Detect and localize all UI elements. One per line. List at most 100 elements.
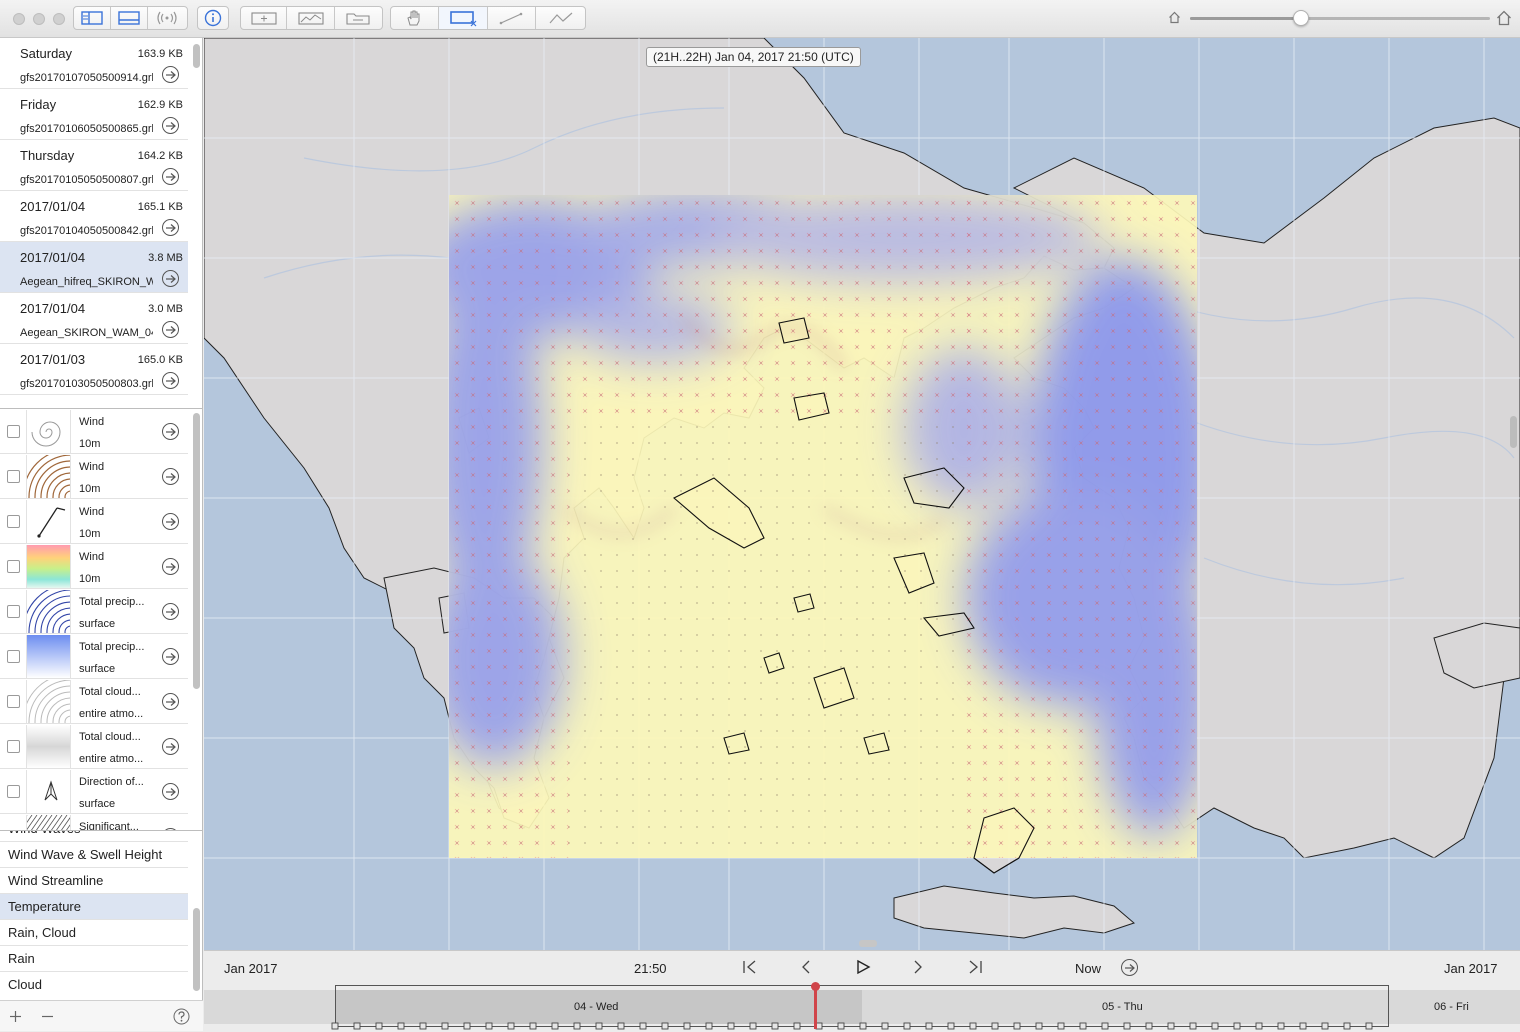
- layer-title: Wind: [79, 461, 105, 473]
- play-icon[interactable]: [855, 959, 871, 975]
- now-go-button[interactable]: [1121, 959, 1138, 976]
- preset-item[interactable]: Temperature: [0, 894, 188, 920]
- meteogram-button[interactable]: [287, 7, 335, 29]
- file-row[interactable]: 2017/01/04 3.8 MB Aegean_hifreq_SKIRON_WAM: [0, 242, 188, 293]
- layer-go-button[interactable]: [162, 468, 179, 485]
- minimize-window-button[interactable]: [33, 13, 45, 25]
- info-button[interactable]: [197, 6, 229, 30]
- preset-list: Wind Waves Wind Wave & Swell HeightWind …: [0, 830, 203, 996]
- map-view[interactable]: (21H..22H) Jan 04, 2017 21:50 (UTC): [204, 38, 1520, 950]
- file-go-button[interactable]: [162, 321, 179, 338]
- layer-go-button[interactable]: [162, 783, 179, 800]
- file-row[interactable]: 2017/01/03 165.0 KB gfs20170103050500803.g…: [0, 344, 188, 395]
- timeline-day-label: 05 - Thu: [1102, 1001, 1143, 1013]
- timeline-cursor-knob[interactable]: [811, 982, 820, 991]
- preset-item[interactable]: Cloud: [0, 972, 188, 996]
- layer-go-button[interactable]: [162, 558, 179, 575]
- zoom-window-button[interactable]: [53, 13, 65, 25]
- route-tools-group: [240, 6, 383, 30]
- preset-item[interactable]: Rain: [0, 946, 188, 972]
- open-folder-button[interactable]: [335, 7, 382, 29]
- layer-checkbox[interactable]: [7, 515, 20, 528]
- preset-item[interactable]: Wind Waves: [0, 831, 188, 842]
- file-size: 3.0 MB: [148, 303, 183, 315]
- step-back-icon[interactable]: [799, 959, 813, 975]
- now-button[interactable]: Now: [1075, 961, 1101, 976]
- file-row[interactable]: Thursday 164.2 KB gfs20170105050500807.grb: [0, 140, 188, 191]
- timeline-resize-handle[interactable]: [859, 940, 877, 947]
- file-go-button[interactable]: [162, 270, 179, 287]
- timeline-toggle-button[interactable]: [111, 7, 148, 29]
- file-list-scrollbar[interactable]: [193, 44, 200, 68]
- new-route-button[interactable]: [241, 7, 288, 29]
- step-forward-icon[interactable]: [911, 959, 925, 975]
- file-go-button[interactable]: [162, 372, 179, 389]
- layer-go-button[interactable]: [162, 648, 179, 665]
- zoom-slider-track[interactable]: [1190, 17, 1490, 20]
- preset-item[interactable]: Wind Streamline: [0, 868, 188, 894]
- layer-row[interactable]: Total precip... surface: [0, 589, 188, 634]
- layer-checkbox[interactable]: [7, 425, 20, 438]
- measure-tool-button[interactable]: [488, 7, 537, 29]
- arrow-right-icon: [166, 518, 176, 526]
- layer-go-button[interactable]: [162, 423, 179, 440]
- layer-go-button[interactable]: [162, 693, 179, 710]
- remove-icon[interactable]: [41, 1010, 54, 1023]
- layer-title: Total cloud...: [79, 731, 141, 743]
- layer-go-button[interactable]: [162, 513, 179, 530]
- layer-checkbox[interactable]: [7, 740, 20, 753]
- help-icon[interactable]: [173, 1008, 190, 1025]
- preset-item[interactable]: Wind Wave & Swell Height: [0, 842, 188, 868]
- layer-checkbox[interactable]: [7, 605, 20, 618]
- preset-list-scrollbar[interactable]: [193, 908, 200, 991]
- sidebar: Saturday 163.9 KB gfs20170107050500914.grb…: [0, 38, 203, 1031]
- sidebar-toggle-button[interactable]: [74, 7, 111, 29]
- file-go-button[interactable]: [162, 117, 179, 134]
- skip-to-end-icon[interactable]: [966, 959, 984, 975]
- file-row[interactable]: Saturday 163.9 KB gfs20170107050500914.grb: [0, 38, 188, 89]
- layer-level: 10m: [79, 438, 101, 450]
- file-row[interactable]: 2017/01/04 3.0 MB Aegean_SKIRON_WAM_04: [0, 293, 188, 344]
- select-rect-tool-button[interactable]: [438, 7, 488, 29]
- pan-tool-button[interactable]: [391, 7, 439, 29]
- preset-item[interactable]: Rain, Cloud: [0, 920, 188, 946]
- timeline-data-range[interactable]: [335, 985, 1389, 1027]
- skip-to-start-icon[interactable]: [741, 959, 759, 975]
- layer-checkbox[interactable]: [7, 470, 20, 483]
- layer-thumbnail: [26, 770, 71, 813]
- layer-go-button[interactable]: [162, 738, 179, 755]
- layer-row[interactable]: Total cloud... entire atmo...: [0, 724, 188, 769]
- layer-row[interactable]: Wind 10m: [0, 544, 188, 589]
- layer-row[interactable]: Direction of... surface: [0, 769, 188, 814]
- layer-row[interactable]: Wind 10m: [0, 454, 188, 499]
- layer-row[interactable]: Wind 10m: [0, 499, 188, 544]
- close-window-button[interactable]: [13, 13, 25, 25]
- home-small-icon[interactable]: [1168, 11, 1181, 24]
- file-go-button[interactable]: [162, 168, 179, 185]
- file-go-button[interactable]: [162, 66, 179, 83]
- zoom-slider-knob[interactable]: [1293, 10, 1309, 26]
- file-row[interactable]: Friday 162.9 KB gfs20170106050500865.grb: [0, 89, 188, 140]
- layer-list-scrollbar[interactable]: [193, 413, 200, 689]
- add-icon[interactable]: [9, 1010, 22, 1023]
- layer-row[interactable]: Total precip... surface: [0, 634, 188, 679]
- map-canvas[interactable]: [204, 38, 1520, 950]
- route-tool-button[interactable]: [536, 7, 585, 29]
- layer-row[interactable]: Wind 10m: [0, 409, 188, 454]
- measure-icon: [500, 12, 523, 25]
- layer-row[interactable]: Significant...: [0, 814, 188, 830]
- layer-checkbox[interactable]: [7, 650, 20, 663]
- layer-level: entire atmo...: [79, 708, 144, 720]
- layer-go-button[interactable]: [162, 603, 179, 620]
- home-large-icon[interactable]: [1496, 10, 1512, 26]
- file-go-button[interactable]: [162, 219, 179, 236]
- map-scrollbar[interactable]: [1510, 416, 1517, 448]
- layer-row[interactable]: Total cloud... entire atmo...: [0, 679, 188, 724]
- layer-checkbox[interactable]: [7, 695, 20, 708]
- file-row[interactable]: 2017/01/04 165.1 KB gfs20170104050500842.g…: [0, 191, 188, 242]
- arrow-right-icon: [166, 788, 176, 796]
- layer-checkbox[interactable]: [7, 560, 20, 573]
- timeline-cursor[interactable]: [814, 985, 817, 1029]
- signal-button[interactable]: [148, 7, 185, 29]
- layer-checkbox[interactable]: [7, 785, 20, 798]
